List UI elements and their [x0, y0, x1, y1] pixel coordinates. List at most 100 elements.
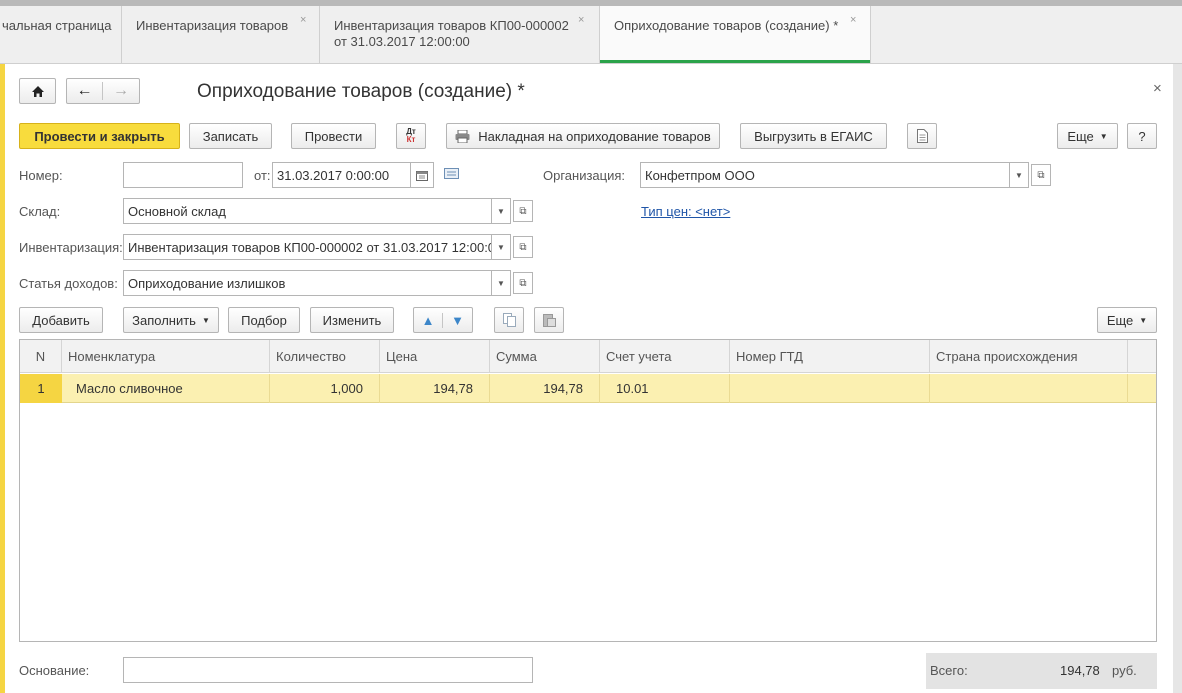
fill-button[interactable]: Заполнить ▼	[123, 307, 219, 333]
help-button[interactable]: ?	[1127, 123, 1157, 149]
calendar-button[interactable]	[410, 162, 434, 188]
total-label: Всего:	[930, 663, 968, 678]
save-button[interactable]: Записать	[189, 123, 272, 149]
close-icon[interactable]: ×	[850, 12, 856, 28]
fill-label: Заполнить	[132, 312, 196, 328]
dt-kt-icon-bottom: Кт	[406, 135, 416, 144]
close-form-icon[interactable]: ×	[1153, 80, 1162, 97]
close-icon[interactable]: ×	[578, 12, 584, 28]
price-type-link[interactable]: Тип цен: <нет>	[641, 204, 730, 219]
tab-label-line2: от 31.03.2017 12:00:00	[334, 34, 470, 49]
document-button[interactable]	[907, 123, 937, 149]
copy-icon	[502, 313, 516, 327]
close-icon[interactable]: ×	[300, 12, 306, 28]
tab-bar: чальная страница Инвентаризация товаров …	[0, 6, 1182, 64]
chevron-down-icon: ▼	[1099, 131, 1108, 141]
tab-inventory-document[interactable]: Инвентаризация товаров КП00-000002 от 31…	[320, 6, 600, 63]
back-forward-group: ← →	[66, 78, 140, 104]
more-label: Еще	[1067, 128, 1094, 144]
comment-icon[interactable]	[444, 168, 459, 180]
row-account[interactable]: 10.01	[600, 374, 730, 403]
warehouse-label: Склад:	[19, 204, 61, 219]
warehouse-open-icon[interactable]: ⧉	[513, 200, 533, 222]
paste-button[interactable]	[534, 307, 564, 333]
form-title: Оприходование товаров (создание) *	[197, 81, 525, 102]
home-icon	[31, 85, 44, 97]
table-row[interactable]: 1 Масло сливочное 1,000 194,78 194,78 10…	[20, 374, 1156, 403]
inventory-input[interactable]: Инвентаризация товаров КП00-000002 от 31…	[123, 234, 492, 260]
upload-egais-button[interactable]: Выгрузить в ЕГАИС	[740, 123, 887, 149]
column-header-gtd[interactable]: Номер ГТД	[730, 340, 930, 373]
tab-label: Оприходование товаров (создание) *	[614, 18, 839, 33]
total-value: 194,78	[1060, 663, 1100, 678]
organization-open-icon[interactable]: ⧉	[1031, 164, 1051, 186]
table-more-button[interactable]: Еще ▼	[1097, 307, 1157, 333]
post-button[interactable]: Провести	[291, 123, 376, 149]
row-quantity[interactable]: 1,000	[270, 374, 380, 403]
tab-inventory[interactable]: Инвентаризация товаров ×	[122, 6, 320, 63]
basis-label: Основание:	[19, 663, 90, 678]
tab-label: чальная страница	[2, 18, 112, 33]
organization-label: Организация:	[543, 168, 626, 183]
row-item[interactable]: Масло сливочное	[62, 374, 270, 403]
column-header-quantity[interactable]: Количество	[270, 340, 380, 373]
organization-input[interactable]: Конфетпром ООО	[640, 162, 1010, 188]
move-buttons: ▲ ▼	[413, 307, 473, 333]
income-item-label: Статья доходов:	[19, 276, 118, 291]
document-icon	[916, 129, 928, 143]
home-button[interactable]	[19, 78, 56, 104]
selection-button[interactable]: Подбор	[228, 307, 300, 333]
calendar-icon	[416, 170, 428, 181]
total-currency: руб.	[1112, 663, 1137, 678]
copy-button[interactable]	[494, 307, 524, 333]
row-sum[interactable]: 194,78	[490, 374, 600, 403]
column-header-sum[interactable]: Сумма	[490, 340, 600, 373]
arrow-down-icon[interactable]: ▼	[443, 313, 472, 328]
print-invoice-label: Накладная на оприходование товаров	[478, 128, 711, 144]
more-button[interactable]: Еще ▼	[1057, 123, 1118, 149]
inventory-dropdown[interactable]: ▼	[491, 234, 511, 260]
total-panel: Всего: 194,78 руб.	[926, 653, 1157, 689]
table-more-label: Еще	[1106, 312, 1134, 328]
print-invoice-button[interactable]: Накладная на оприходование товаров	[446, 123, 720, 149]
table-header: N Номенклатура Количество Цена Сумма Сче…	[20, 340, 1156, 373]
column-header-item[interactable]: Номенклатура	[62, 340, 270, 373]
tab-label-line1: Инвентаризация товаров КП00-000002	[334, 18, 569, 33]
row-number: 1	[20, 374, 62, 403]
arrow-up-icon[interactable]: ▲	[414, 312, 443, 328]
column-header-country[interactable]: Страна происхождения	[930, 340, 1128, 373]
arrow-right-icon[interactable]: →	[103, 82, 139, 100]
column-header-n[interactable]: N	[20, 340, 62, 373]
warehouse-dropdown[interactable]: ▼	[491, 198, 511, 224]
goods-table: N Номенклатура Количество Цена Сумма Сче…	[19, 339, 1157, 642]
dt-kt-button[interactable]: Дт Кт	[396, 123, 426, 149]
date-label: от:	[254, 168, 271, 183]
tab-receipt-create[interactable]: Оприходование товаров (создание) * ×	[600, 6, 871, 63]
row-price[interactable]: 194,78	[380, 374, 490, 403]
income-item-open-icon[interactable]: ⧉	[513, 272, 533, 294]
row-country[interactable]	[930, 374, 1128, 403]
chevron-down-icon: ▼	[201, 315, 210, 325]
inventory-open-icon[interactable]: ⧉	[513, 236, 533, 258]
row-gtd[interactable]	[730, 374, 930, 403]
edit-button[interactable]: Изменить	[310, 307, 394, 333]
inventory-label: Инвентаризация:	[19, 240, 123, 255]
left-accent-bar	[0, 64, 5, 693]
income-item-dropdown[interactable]: ▼	[491, 270, 511, 296]
chevron-down-icon: ▼	[1139, 315, 1148, 325]
tab-label: Инвентаризация товаров	[136, 18, 289, 33]
date-input[interactable]: 31.03.2017 0:00:00	[272, 162, 411, 188]
column-header-price[interactable]: Цена	[380, 340, 490, 373]
basis-input[interactable]	[123, 657, 533, 683]
warehouse-input[interactable]: Основной склад	[123, 198, 492, 224]
income-item-input[interactable]: Оприходование излишков	[123, 270, 492, 296]
organization-dropdown[interactable]: ▼	[1009, 162, 1029, 188]
arrow-left-icon[interactable]: ←	[67, 82, 103, 100]
number-label: Номер:	[19, 168, 63, 183]
post-and-close-button[interactable]: Провести и закрыть	[19, 123, 180, 149]
number-input[interactable]	[123, 162, 243, 188]
add-button[interactable]: Добавить	[19, 307, 103, 333]
column-header-account[interactable]: Счет учета	[600, 340, 730, 373]
tab-home[interactable]: чальная страница	[0, 6, 122, 63]
printer-icon	[455, 129, 470, 143]
